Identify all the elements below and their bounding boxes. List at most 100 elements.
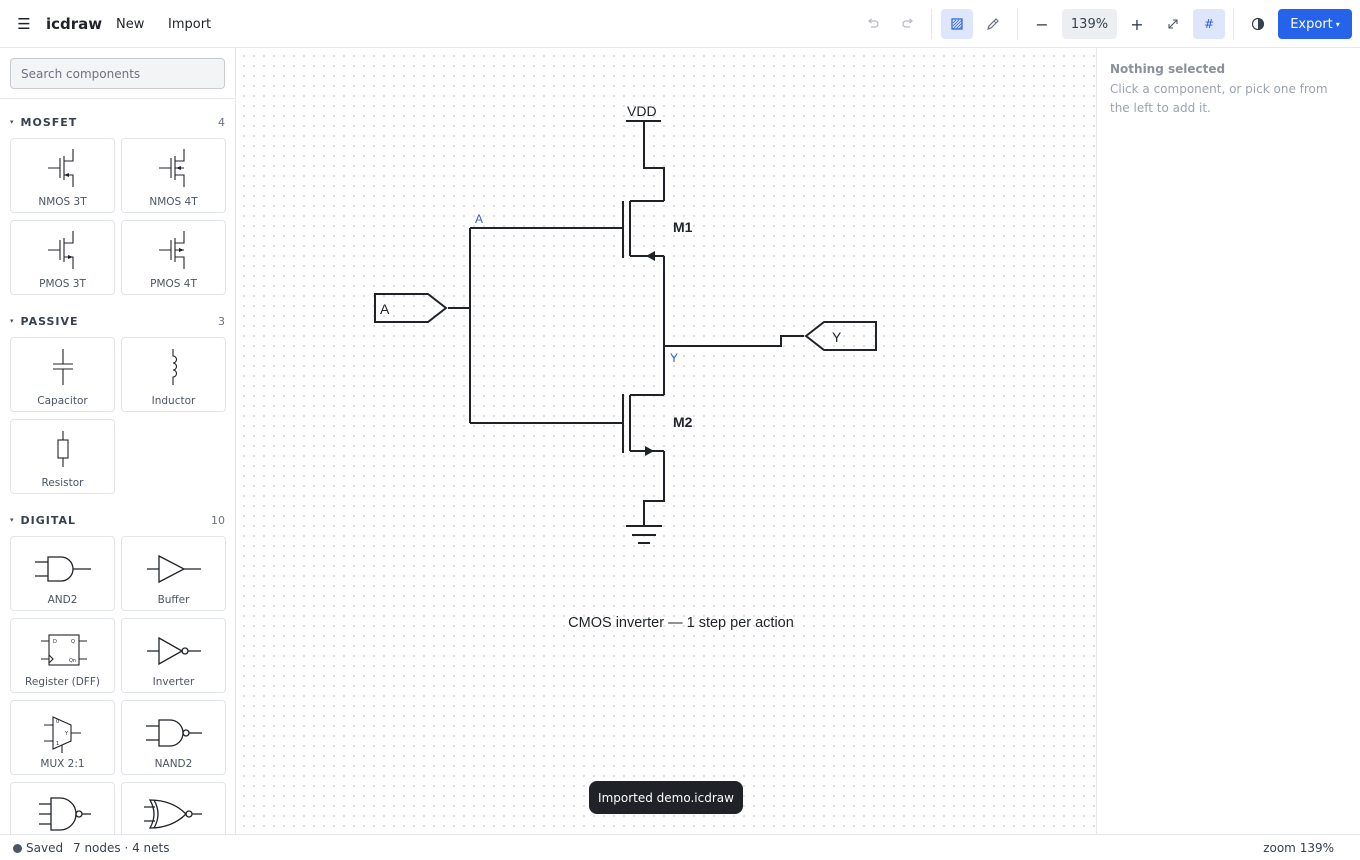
pmos-4t-icon bbox=[159, 231, 185, 269]
mux-pin-1: 1 bbox=[56, 741, 59, 747]
component-tile-resistor[interactable]: Resistor bbox=[10, 419, 115, 494]
component-tile-pmos-4t[interactable]: PMOS 4T bbox=[121, 220, 226, 295]
section-count: 4 bbox=[218, 115, 225, 129]
theme-toggle-button[interactable] bbox=[1242, 9, 1274, 39]
vdd-label: VDD bbox=[627, 103, 657, 119]
pmos-3t-icon bbox=[48, 231, 74, 269]
component-tile-and2[interactable]: AND2 bbox=[10, 536, 115, 611]
inverter-icon bbox=[147, 636, 201, 666]
wire-a[interactable] bbox=[448, 227, 623, 424]
component-tile-buffer[interactable]: Buffer bbox=[121, 536, 226, 611]
component-tile-inverter[interactable]: Inverter bbox=[121, 618, 226, 693]
section-count: 10 bbox=[211, 513, 225, 527]
component-tile-nor-variant[interactable] bbox=[121, 782, 226, 834]
canvas-caption[interactable]: CMOS inverter — 1 step per action bbox=[568, 615, 794, 631]
contrast-icon bbox=[1251, 17, 1265, 31]
m2-label[interactable]: M2 bbox=[673, 414, 693, 430]
dff-pin-d: D bbox=[53, 639, 57, 645]
mux-pin-0: 0 bbox=[56, 719, 59, 725]
component-tile-nand-variant[interactable] bbox=[10, 782, 115, 834]
schematic-canvas[interactable]: VDD A Y M1 M2 A Y CMOS inverter — 1 step… bbox=[236, 48, 1096, 834]
tile-label: NMOS 3T bbox=[38, 196, 87, 208]
component-tile-mux-2-1[interactable]: 0 1 Y MUX 2:1 bbox=[10, 700, 115, 775]
buffer-icon bbox=[147, 554, 201, 584]
component-tile-nmos-3t[interactable]: NMOS 3T bbox=[10, 138, 115, 213]
capacitor-icon bbox=[53, 349, 73, 385]
section-header-passive[interactable]: ▾ PASSIVE 3 bbox=[10, 313, 225, 329]
tile-label: PMOS 3T bbox=[39, 278, 86, 290]
tile-label: NAND2 bbox=[154, 758, 193, 770]
section-title: MOSFET bbox=[20, 115, 78, 129]
m1-channel[interactable] bbox=[629, 200, 664, 257]
section-title: DIGITAL bbox=[20, 513, 77, 527]
zoom-out-button[interactable]: − bbox=[1026, 9, 1058, 39]
wire-vdd[interactable] bbox=[643, 121, 665, 201]
tile-label: Register (DFF) bbox=[25, 676, 100, 688]
component-tile-register-dff[interactable]: D Q Qn Register (DFF) bbox=[10, 618, 115, 693]
ground-symbol[interactable] bbox=[626, 525, 662, 544]
menu-new[interactable]: New bbox=[116, 12, 144, 36]
chevron-down-icon: ▾ bbox=[10, 317, 14, 325]
mux-pin-y: Y bbox=[64, 731, 69, 737]
node-net-counts: 7 nodes · 4 nets bbox=[73, 841, 170, 855]
inductor-icon bbox=[172, 349, 178, 385]
menu-import[interactable]: Import bbox=[168, 12, 211, 36]
component-sidebar: ▾ MOSFET 4 NMOS 3T NMOS 4T PMOS 3T bbox=[0, 48, 236, 834]
wire-tool-button[interactable] bbox=[977, 9, 1009, 39]
undo-button[interactable] bbox=[857, 9, 889, 39]
inspector-title: Nothing selected bbox=[1110, 62, 1226, 76]
tile-label: Inductor bbox=[151, 395, 196, 407]
m1-arrow bbox=[646, 251, 655, 261]
section-header-digital[interactable]: ▾ DIGITAL 10 bbox=[10, 512, 225, 528]
toolbar-divider bbox=[1017, 9, 1018, 39]
select-tool-button[interactable] bbox=[941, 9, 973, 39]
nmos-4t-icon bbox=[159, 149, 185, 187]
redo-button[interactable] bbox=[892, 9, 924, 39]
nand-gate-icon bbox=[146, 719, 202, 747]
chevron-down-icon: ▾ bbox=[10, 118, 14, 126]
export-label: Export bbox=[1290, 16, 1333, 32]
hamburger-icon[interactable]: ☰ bbox=[14, 14, 34, 34]
m2-channel[interactable] bbox=[629, 394, 664, 452]
component-tile-capacitor[interactable]: Capacitor bbox=[10, 337, 115, 412]
tile-label: PMOS 4T bbox=[150, 278, 197, 290]
export-button[interactable]: Export ▾ bbox=[1278, 9, 1352, 39]
section-count: 3 bbox=[218, 314, 225, 328]
fit-view-icon bbox=[1168, 19, 1178, 29]
and-gate-icon bbox=[35, 556, 91, 582]
wire-gnd[interactable] bbox=[643, 451, 665, 525]
component-tile-inductor[interactable]: Inductor bbox=[121, 337, 226, 412]
tile-label: MUX 2:1 bbox=[40, 758, 85, 770]
output-port-label: Y bbox=[832, 329, 842, 345]
tile-label: Buffer bbox=[157, 594, 190, 606]
nmos-3t-icon bbox=[48, 149, 74, 187]
app-name: icdraw bbox=[46, 15, 103, 33]
status-zoom: zoom 139% bbox=[1263, 841, 1334, 855]
m1-label[interactable]: M1 bbox=[673, 219, 693, 235]
section-header-mosfet[interactable]: ▾ MOSFET 4 bbox=[10, 114, 225, 130]
component-tile-pmos-3t[interactable]: PMOS 3T bbox=[10, 220, 115, 295]
redo-icon bbox=[902, 18, 914, 28]
tile-label: Inverter bbox=[152, 676, 195, 688]
section-title: PASSIVE bbox=[20, 314, 79, 328]
component-tile-nand2[interactable]: NAND2 bbox=[121, 700, 226, 775]
wire-y-output[interactable] bbox=[664, 335, 804, 347]
net-label-a[interactable]: A bbox=[475, 212, 483, 226]
flip-flop-icon: D Q Qn bbox=[41, 634, 87, 666]
input-port-label: A bbox=[380, 301, 390, 317]
save-status: Saved bbox=[26, 841, 64, 855]
divider bbox=[0, 98, 235, 99]
resistor-icon bbox=[57, 431, 69, 467]
select-tool-icon bbox=[951, 18, 963, 30]
zoom-level[interactable]: 139% bbox=[1062, 9, 1117, 39]
nor-gate-icon bbox=[144, 799, 202, 829]
nand3-gate-icon bbox=[39, 797, 91, 831]
fit-view-button[interactable] bbox=[1157, 9, 1189, 39]
chevron-down-icon: ▾ bbox=[1335, 19, 1340, 29]
search-input[interactable] bbox=[10, 58, 225, 89]
top-bar: ☰ icdraw New Import − 139% + # Export ▾ bbox=[0, 0, 1360, 48]
zoom-in-button[interactable]: + bbox=[1121, 9, 1153, 39]
grid-toggle-button[interactable]: # bbox=[1193, 9, 1225, 39]
component-tile-nmos-4t[interactable]: NMOS 4T bbox=[121, 138, 226, 213]
net-label-y[interactable]: Y bbox=[670, 351, 678, 365]
